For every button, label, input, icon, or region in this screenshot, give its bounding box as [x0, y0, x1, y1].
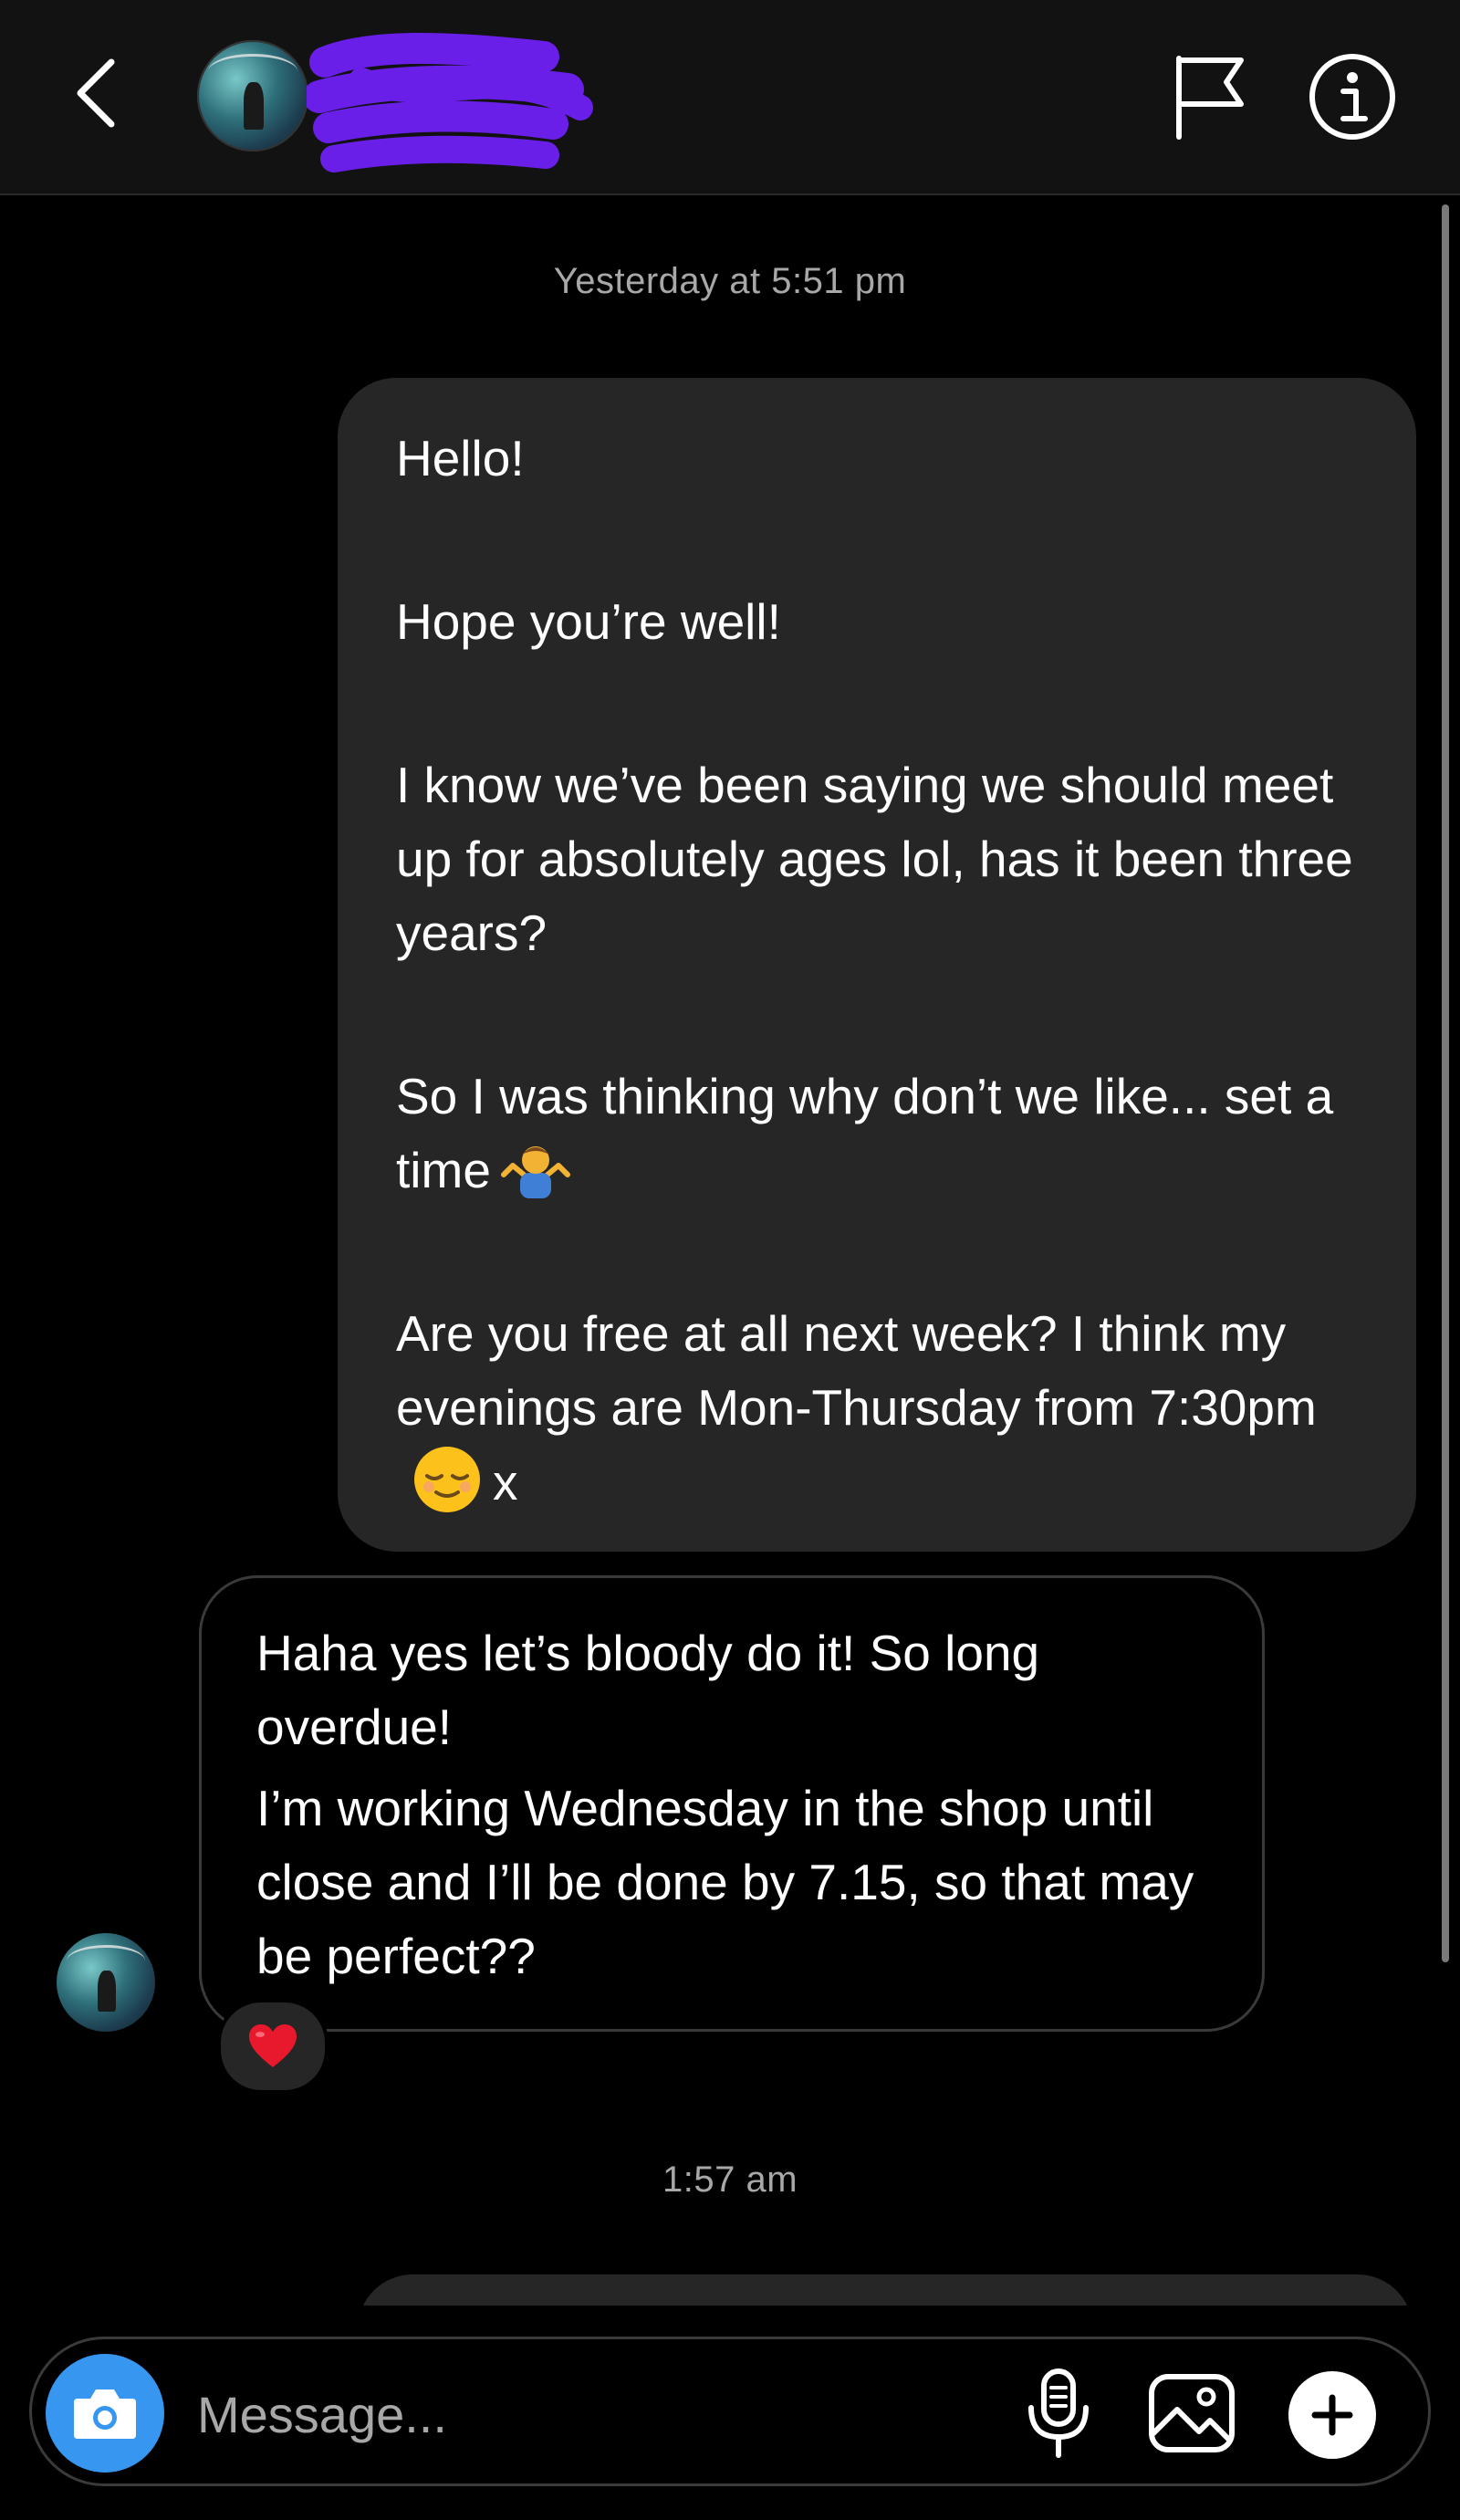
message-text: Hope you’re well! [396, 593, 781, 650]
flag-icon [1176, 56, 1244, 140]
message-text-span: Are you free at all next week? I think m… [396, 1305, 1317, 1436]
microphone-icon [1028, 2368, 1089, 2458]
gallery-button[interactable] [1148, 2373, 1236, 2453]
received-message-bubble[interactable]: Haha yes let’s bloody do it! So long ove… [199, 1575, 1265, 2032]
message-text-span: x [493, 1454, 518, 1511]
more-options-button[interactable] [1288, 2371, 1376, 2459]
scrollbar[interactable] [1442, 204, 1449, 1962]
message-input[interactable] [195, 2371, 984, 2457]
chat-header [0, 0, 1460, 195]
chevron-left-icon [77, 58, 115, 128]
sender-avatar[interactable] [57, 1933, 155, 2032]
info-icon [1309, 54, 1395, 140]
message-text: Hello! [396, 430, 525, 486]
message-text: Are you free at all next week? I think m… [396, 1297, 1365, 1520]
heart-reaction[interactable] [217, 1999, 328, 2094]
shrug-emoji-icon [500, 1146, 570, 1198]
heart-icon [249, 2024, 297, 2067]
voice-message-button[interactable] [1020, 2368, 1097, 2459]
plus-icon [1311, 2394, 1353, 2436]
camera-button[interactable] [46, 2354, 164, 2473]
info-button[interactable] [1307, 51, 1398, 142]
avatar-graphic [244, 82, 265, 130]
message-timestamp: Yesterday at 5:51 pm [553, 261, 907, 301]
contact-name-redaction [307, 32, 593, 173]
message-text: So I was thinking why don’t we like... s… [396, 1060, 1365, 1208]
sent-message-bubble[interactable]: Hello! Hope you’re well! I know we’ve be… [338, 378, 1416, 1552]
message-text: I’m working Wednesday in the shop until … [256, 1780, 1194, 1984]
camera-icon [74, 2389, 136, 2439]
contact-avatar[interactable] [197, 40, 308, 152]
relieved-face-emoji-icon [414, 1447, 480, 1512]
gallery-icon [1149, 2374, 1235, 2452]
message-text: I know we’ve been saying we should meet … [396, 757, 1353, 961]
back-button[interactable] [66, 53, 131, 133]
avatar-graphic [98, 1971, 116, 2013]
report-button[interactable] [1170, 51, 1248, 142]
message-timestamp: 1:57 am [662, 2159, 798, 2200]
message-text: Haha yes let’s bloody do it! So long ove… [256, 1625, 1040, 1755]
